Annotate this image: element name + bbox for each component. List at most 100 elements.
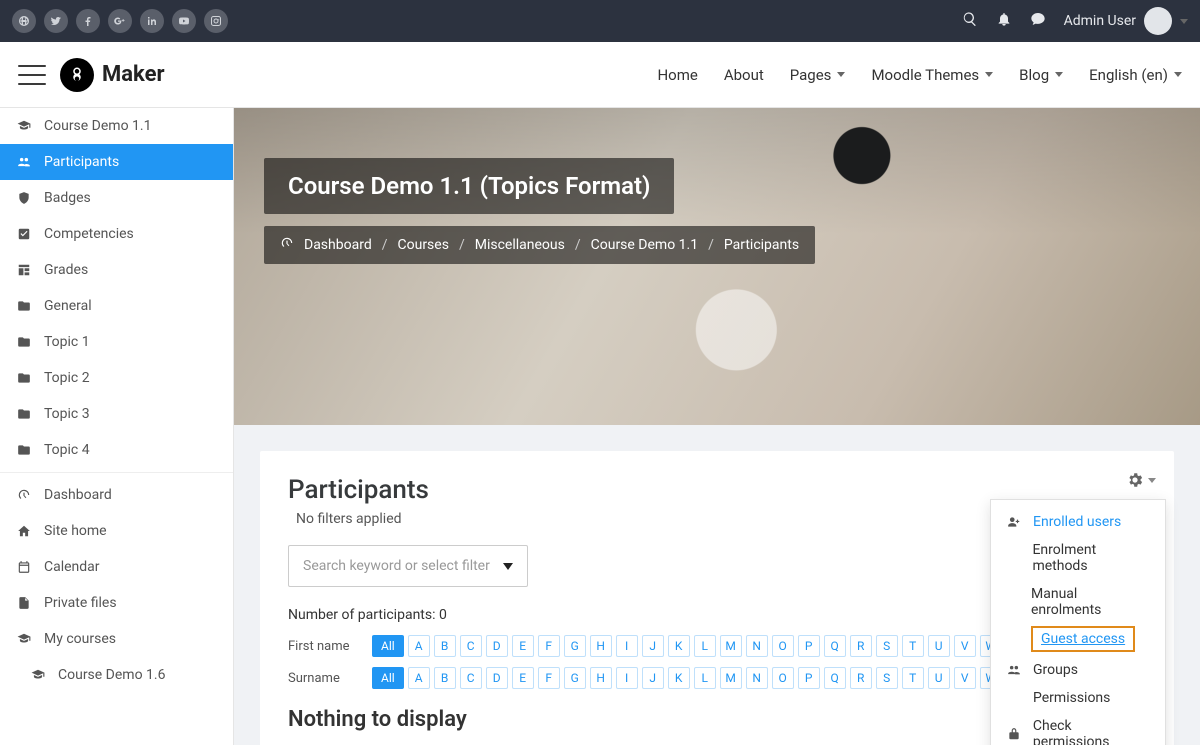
sidebar-item-topic4[interactable]: Topic 4 bbox=[0, 432, 233, 468]
letter-i[interactable]: I bbox=[616, 635, 638, 657]
nav-home[interactable]: Home bbox=[657, 66, 697, 84]
google-plus-icon[interactable] bbox=[108, 9, 132, 33]
letter-p[interactable]: P bbox=[798, 667, 820, 689]
nav-about[interactable]: About bbox=[724, 66, 764, 84]
letter-a[interactable]: A bbox=[408, 635, 430, 657]
menu-groups[interactable]: Groups bbox=[991, 656, 1165, 684]
letter-s[interactable]: S bbox=[876, 635, 898, 657]
brand-logo bbox=[60, 58, 94, 92]
letter-r[interactable]: R bbox=[850, 635, 872, 657]
sidebar-item-mycourses[interactable]: My courses bbox=[0, 621, 233, 657]
letter-u[interactable]: U bbox=[928, 635, 950, 657]
globe-icon[interactable] bbox=[12, 9, 36, 33]
topbar-right: Admin User bbox=[962, 7, 1188, 35]
chat-icon[interactable] bbox=[1030, 11, 1046, 31]
tachometer-icon bbox=[16, 488, 32, 502]
sidebar-item-subcourse[interactable]: Course Demo 1.6 bbox=[0, 657, 233, 693]
letter-b[interactable]: B bbox=[434, 635, 456, 657]
sidebar-item-sitehome[interactable]: Site home bbox=[0, 513, 233, 549]
letter-all[interactable]: All bbox=[372, 635, 404, 657]
sidebar-item-privatefiles[interactable]: Private files bbox=[0, 585, 233, 621]
menu-guest-access[interactable]: Guest access bbox=[1031, 626, 1135, 652]
letter-j[interactable]: J bbox=[642, 667, 664, 689]
nav-blog[interactable]: Blog bbox=[1019, 66, 1063, 84]
letter-g[interactable]: G bbox=[564, 635, 586, 657]
nav-pages[interactable]: Pages bbox=[790, 66, 846, 84]
breadcrumb-dashboard[interactable]: Dashboard bbox=[304, 237, 372, 253]
letter-m[interactable]: M bbox=[720, 635, 742, 657]
letter-q[interactable]: Q bbox=[824, 667, 846, 689]
letter-t[interactable]: T bbox=[902, 667, 924, 689]
letter-all[interactable]: All bbox=[372, 667, 404, 689]
users-icon bbox=[16, 155, 32, 169]
linkedin-icon[interactable] bbox=[140, 9, 164, 33]
twitter-icon[interactable] bbox=[44, 9, 68, 33]
menu-enrolled-users[interactable]: Enrolled users bbox=[991, 508, 1165, 536]
sidebar-item-course[interactable]: Course Demo 1.1 bbox=[0, 108, 233, 144]
menu-check-permissions[interactable]: Check permissions bbox=[991, 712, 1165, 745]
sidebar-item-general[interactable]: General bbox=[0, 288, 233, 324]
letter-g[interactable]: G bbox=[564, 667, 586, 689]
letter-m[interactable]: M bbox=[720, 667, 742, 689]
letter-r[interactable]: R bbox=[850, 667, 872, 689]
letter-c[interactable]: C bbox=[460, 667, 482, 689]
filter-input[interactable]: Search keyword or select filter bbox=[288, 545, 528, 587]
bell-icon[interactable] bbox=[996, 11, 1012, 31]
menu-permissions[interactable]: Permissions bbox=[991, 684, 1165, 712]
brand[interactable]: Maker bbox=[60, 58, 165, 92]
facebook-icon[interactable] bbox=[76, 9, 100, 33]
nav-lang[interactable]: English (en) bbox=[1089, 66, 1182, 84]
breadcrumb-course[interactable]: Course Demo 1.1 bbox=[591, 237, 698, 253]
sidebar-item-dashboard[interactable]: Dashboard bbox=[0, 477, 233, 513]
sidebar-item-badges[interactable]: Badges bbox=[0, 180, 233, 216]
sidebar-item-competencies[interactable]: Competencies bbox=[0, 216, 233, 252]
surname-label: Surname bbox=[288, 671, 364, 686]
letter-s[interactable]: S bbox=[876, 667, 898, 689]
user-menu[interactable]: Admin User bbox=[1064, 7, 1188, 35]
letter-v[interactable]: V bbox=[954, 635, 976, 657]
letter-b[interactable]: B bbox=[434, 667, 456, 689]
letter-n[interactable]: N bbox=[746, 635, 768, 657]
letter-l[interactable]: L bbox=[694, 635, 716, 657]
search-icon[interactable] bbox=[962, 11, 978, 31]
letter-a[interactable]: A bbox=[408, 667, 430, 689]
letter-l[interactable]: L bbox=[694, 667, 716, 689]
sidebar-item-topic3[interactable]: Topic 3 bbox=[0, 396, 233, 432]
sidebar-item-participants[interactable]: Participants bbox=[0, 144, 233, 180]
letter-t[interactable]: T bbox=[902, 635, 924, 657]
shield-icon bbox=[16, 191, 32, 205]
letter-i[interactable]: I bbox=[616, 667, 638, 689]
letter-d[interactable]: D bbox=[486, 635, 508, 657]
sidebar-item-topic1[interactable]: Topic 1 bbox=[0, 324, 233, 360]
letter-n[interactable]: N bbox=[746, 667, 768, 689]
sidebar-item-calendar[interactable]: Calendar bbox=[0, 549, 233, 585]
sidebar-item-topic2[interactable]: Topic 2 bbox=[0, 360, 233, 396]
sidebar-item-grades[interactable]: Grades bbox=[0, 252, 233, 288]
letter-c[interactable]: C bbox=[460, 635, 482, 657]
letter-d[interactable]: D bbox=[486, 667, 508, 689]
menu-manual-enrolments[interactable]: Manual enrolments bbox=[991, 580, 1165, 624]
letter-h[interactable]: H bbox=[590, 667, 612, 689]
letter-u[interactable]: U bbox=[928, 667, 950, 689]
letter-e[interactable]: E bbox=[512, 667, 534, 689]
letter-p[interactable]: P bbox=[798, 635, 820, 657]
letter-j[interactable]: J bbox=[642, 635, 664, 657]
letter-e[interactable]: E bbox=[512, 635, 534, 657]
instagram-icon[interactable] bbox=[204, 9, 228, 33]
sidebar-toggle[interactable] bbox=[18, 65, 46, 85]
settings-menu-toggle[interactable] bbox=[1126, 471, 1156, 489]
letter-k[interactable]: K bbox=[668, 667, 690, 689]
nav-themes[interactable]: Moodle Themes bbox=[871, 66, 993, 84]
youtube-icon[interactable] bbox=[172, 9, 196, 33]
letter-o[interactable]: O bbox=[772, 667, 794, 689]
breadcrumb-misc[interactable]: Miscellaneous bbox=[475, 237, 565, 253]
menu-enrolment-methods[interactable]: Enrolment methods bbox=[991, 536, 1165, 580]
letter-q[interactable]: Q bbox=[824, 635, 846, 657]
letter-f[interactable]: F bbox=[538, 635, 560, 657]
letter-o[interactable]: O bbox=[772, 635, 794, 657]
letter-f[interactable]: F bbox=[538, 667, 560, 689]
letter-h[interactable]: H bbox=[590, 635, 612, 657]
breadcrumb-courses[interactable]: Courses bbox=[398, 237, 449, 253]
letter-v[interactable]: V bbox=[954, 667, 976, 689]
letter-k[interactable]: K bbox=[668, 635, 690, 657]
